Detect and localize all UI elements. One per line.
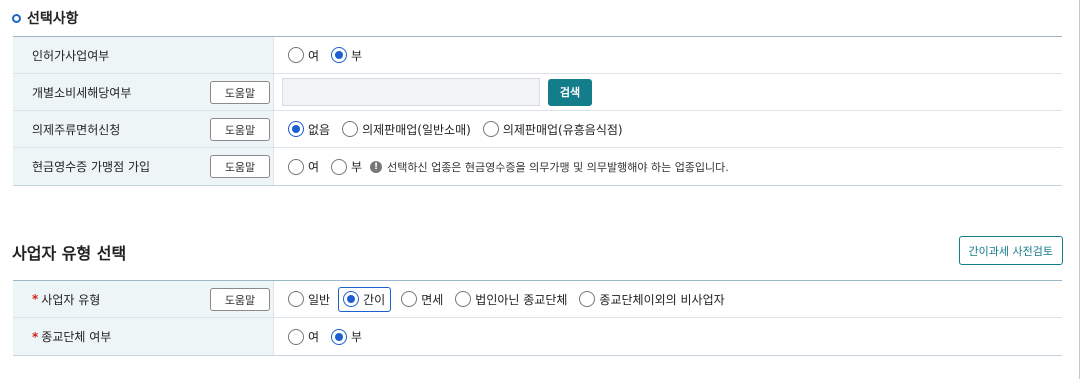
exclamation-icon: ! <box>370 160 383 173</box>
table-row-religious: * 종교단체 여부 여 부 <box>13 318 1062 355</box>
radio-label: 의제판매업(유흥음식점) <box>502 122 623 137</box>
radio-religious-yes[interactable]: 여 <box>288 324 319 349</box>
row-label-cell: 인허가사업여부 <box>13 37 274 73</box>
radio-circle[interactable] <box>331 158 348 175</box>
radio-label: 일반 <box>308 292 331 307</box>
row-label: 개별소비세해당여부 <box>32 85 132 100</box>
radio-label: 부 <box>351 330 363 344</box>
row-value-cell: 여 부 <box>274 318 1062 355</box>
radio-circle[interactable] <box>288 328 304 345</box>
row-label-cell: 개별소비세해당여부 도움말 <box>13 74 274 110</box>
row-label-cell: * 사업자 유형 도움말 <box>13 281 274 317</box>
business-type-table: * 사업자 유형 도움말 일반 간이 면세 법인아닌 종교단체 종교단체이외의 … <box>13 280 1062 356</box>
radio-label: 법인아닌 종교단체 <box>475 292 568 307</box>
radio-license-yes[interactable]: 여 <box>288 43 319 68</box>
radio-type-simplified[interactable]: 간이 <box>338 286 392 312</box>
radio-circle-checked[interactable] <box>331 47 348 63</box>
search-button[interactable]: 검색 <box>548 78 592 106</box>
row-value-cell: 검색 <box>274 74 1062 110</box>
table-row-cash-receipt: 현금영수증 가맹점 가입 도움말 여 부 ! 선택하신 업종은 현금영수증을 의… <box>13 148 1062 185</box>
row-label-cell: 현금영수증 가맹점 가입 도움말 <box>13 148 274 185</box>
row-label: 종교단체 여부 <box>41 330 112 344</box>
row-value-cell: 여 부 <box>274 37 1062 73</box>
radio-circle[interactable] <box>342 121 359 137</box>
help-button[interactable]: 도움말 <box>210 155 270 178</box>
radio-religious-no[interactable]: 부 <box>331 324 362 349</box>
circle-bullet-icon <box>12 13 21 23</box>
options-table: 인허가사업여부 여 부 개별소비세해당여부 도움말 검색 의제주류면허신청 도움… <box>13 36 1062 186</box>
radio-label: 종교단체이외의 비사업자 <box>599 292 725 307</box>
table-row-license: 인허가사업여부 여 부 <box>13 37 1062 74</box>
radio-label: 여 <box>308 48 320 63</box>
radio-circle[interactable] <box>482 121 499 137</box>
radio-liquor-retail[interactable]: 의제판매업(일반소매) <box>342 117 471 142</box>
row-value-cell: 일반 간이 면세 법인아닌 종교단체 종교단체이외의 비사업자 <box>274 281 1062 317</box>
radio-type-non-business[interactable]: 종교단체이외의 비사업자 <box>579 287 725 312</box>
table-row-liquor: 의제주류면허신청 도움말 없음 의제판매업(일반소매) 의제판매업(유흥음식점) <box>13 111 1062 148</box>
radio-cash-no[interactable]: 부 <box>331 154 362 179</box>
radio-label: 여 <box>308 160 320 174</box>
frame-border <box>1079 0 1080 379</box>
radio-label: 면세 <box>421 292 444 307</box>
radio-circle[interactable] <box>288 291 304 307</box>
radio-type-general[interactable]: 일반 <box>288 287 330 312</box>
table-row-business-type: * 사업자 유형 도움말 일반 간이 면세 법인아닌 종교단체 종교단체이외의 … <box>13 281 1062 318</box>
radio-liquor-none[interactable]: 없음 <box>288 117 330 142</box>
table-row-excise: 개별소비세해당여부 도움말 검색 <box>13 74 1062 111</box>
row-label: 의제주류면허신청 <box>32 122 121 137</box>
row-label: 인허가사업여부 <box>32 48 110 63</box>
simplified-tax-precheck-button[interactable]: 간이과세 사전검토 <box>958 236 1063 265</box>
required-mark: * <box>32 292 39 306</box>
radio-label: 부 <box>351 48 363 63</box>
row-label: 현금영수증 가맹점 가입 <box>32 160 151 174</box>
row-label-cell: 의제주류면허신청 도움말 <box>13 111 274 147</box>
excise-input[interactable] <box>282 78 540 106</box>
radio-circle[interactable] <box>455 291 472 307</box>
cash-receipt-note: 선택하신 업종은 현금영수증을 의무가맹 및 의무발행해야 하는 업종입니다. <box>387 160 729 174</box>
radio-circle-checked[interactable] <box>331 328 348 345</box>
help-button[interactable]: 도움말 <box>210 118 270 141</box>
radio-cash-yes[interactable]: 여 <box>288 154 319 179</box>
row-value-cell: 없음 의제판매업(일반소매) 의제판매업(유흥음식점) <box>274 111 1062 147</box>
section-title-options: 선택사항 <box>12 8 79 28</box>
radio-liquor-entertainment[interactable]: 의제판매업(유흥음식점) <box>482 117 623 142</box>
radio-label: 의제판매업(일반소매) <box>362 122 471 137</box>
help-button[interactable]: 도움말 <box>210 288 270 311</box>
radio-circle[interactable] <box>401 291 418 307</box>
radio-circle[interactable] <box>579 291 596 307</box>
required-mark: * <box>32 329 39 344</box>
radio-label: 여 <box>308 330 320 344</box>
row-label-cell: * 종교단체 여부 <box>13 318 274 355</box>
section-title-business-type: 사업자 유형 선택 <box>12 244 127 263</box>
radio-label: 없음 <box>308 122 331 137</box>
radio-circle-checked[interactable] <box>343 291 360 307</box>
radio-circle-checked[interactable] <box>288 121 304 137</box>
radio-circle[interactable] <box>288 47 304 63</box>
section-title-text: 선택사항 <box>27 11 79 27</box>
help-button[interactable]: 도움말 <box>210 81 270 104</box>
radio-license-no[interactable]: 부 <box>331 43 362 68</box>
radio-circle[interactable] <box>288 158 304 175</box>
row-value-cell: 여 부 ! 선택하신 업종은 현금영수증을 의무가맹 및 의무발행해야 하는 업… <box>274 148 1062 185</box>
radio-type-exempt[interactable]: 면세 <box>401 287 443 312</box>
row-label: 사업자 유형 <box>41 292 101 307</box>
radio-label: 간이 <box>363 292 386 307</box>
radio-type-non-corp-religious[interactable]: 법인아닌 종교단체 <box>455 287 567 312</box>
radio-label: 부 <box>351 160 363 174</box>
